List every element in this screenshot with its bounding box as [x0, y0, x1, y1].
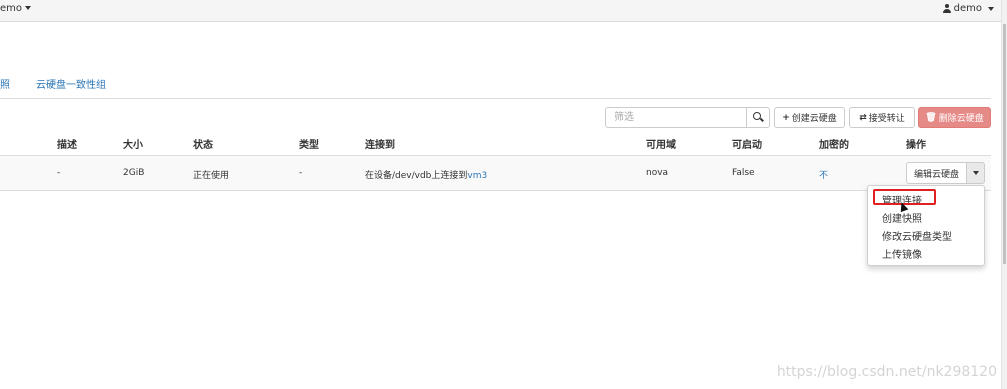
- header-availability-zone[interactable]: 可用域: [646, 136, 676, 151]
- accept-transfer-button[interactable]: ⇄ 接受转让: [849, 107, 915, 128]
- row-actions-toggle[interactable]: [967, 162, 986, 184]
- cell-type: -: [299, 168, 303, 178]
- row-actions-split-button: 编辑云硬盘: [906, 162, 986, 184]
- page-scrollbar[interactable]: [1001, 0, 1007, 389]
- cell-bootable: False: [732, 168, 755, 178]
- cell-size: 2GiB: [123, 168, 145, 178]
- delete-volumes-button[interactable]: 🗑 删除云硬盘: [918, 107, 991, 128]
- cell-availability-zone: nova: [646, 168, 669, 178]
- project-dropdown[interactable]: emo: [0, 3, 32, 14]
- header-status[interactable]: 状态: [193, 136, 213, 151]
- create-volume-label: 创建云硬盘: [791, 114, 837, 124]
- header-type[interactable]: 类型: [299, 136, 319, 151]
- menu-item-upload-image[interactable]: 上传镜像: [882, 246, 922, 261]
- menu-item-create-snapshot[interactable]: 创建快照: [882, 210, 922, 225]
- watermark-text: https://blog.csdn.net/nk298120: [776, 364, 997, 380]
- filter-search-button[interactable]: [746, 108, 769, 127]
- cell-encrypted: 不: [819, 171, 829, 181]
- tab-consistency-groups[interactable]: 云硬盘一致性组: [36, 76, 106, 91]
- user-icon: [942, 4, 951, 13]
- header-actions: 操作: [906, 140, 926, 151]
- accept-transfer-label: 接受转让: [868, 114, 905, 124]
- top-navbar: emo demo: [0, 0, 1002, 22]
- tab-divider: [0, 98, 991, 99]
- cell-attached-to: 在设备/dev/vdb上连接到vm3: [365, 168, 487, 181]
- cell-description: -: [57, 168, 61, 178]
- create-volume-button[interactable]: + 创建云硬盘: [774, 107, 845, 128]
- tab-snapshots[interactable]: 照: [0, 76, 10, 91]
- header-bootable[interactable]: 可启动: [732, 136, 762, 151]
- caret-down-icon: [972, 171, 979, 175]
- exchange-icon: ⇄: [859, 112, 867, 123]
- header-description[interactable]: 描述: [57, 136, 77, 151]
- user-dropdown[interactable]: demo: [942, 3, 994, 14]
- table-row: [0, 156, 991, 191]
- instance-link[interactable]: vm3: [467, 171, 487, 181]
- header-encrypted[interactable]: 加密的: [819, 136, 849, 151]
- plus-icon: +: [782, 112, 790, 123]
- filter-box: [605, 107, 770, 128]
- attached-prefix: 在设备/dev/vdb上连接到: [365, 171, 468, 181]
- header-attached-to[interactable]: 连接到: [365, 136, 395, 151]
- cell-status: 正在使用: [193, 171, 230, 181]
- filter-input[interactable]: [614, 111, 744, 124]
- trash-icon: 🗑: [925, 112, 937, 123]
- menu-item-change-volume-type[interactable]: 修改云硬盘类型: [882, 228, 952, 243]
- delete-volumes-label: 删除云硬盘: [938, 114, 984, 124]
- scrollbar-thumb[interactable]: [1003, 24, 1006, 264]
- edit-volume-button[interactable]: 编辑云硬盘: [906, 162, 968, 184]
- header-size[interactable]: 大小: [123, 136, 143, 151]
- caret-down-icon: [25, 6, 32, 10]
- caret-down-icon: [988, 6, 994, 11]
- project-label: emo: [0, 3, 23, 14]
- search-icon: [753, 112, 761, 120]
- user-label: demo: [953, 3, 982, 14]
